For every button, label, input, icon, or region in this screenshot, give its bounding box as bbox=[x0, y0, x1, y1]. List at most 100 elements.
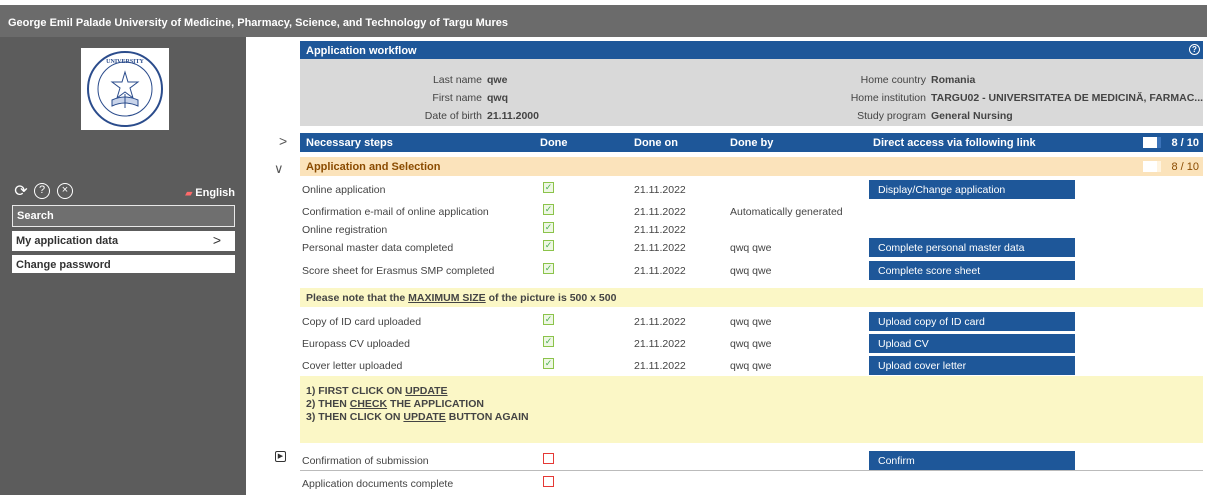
study-program-value: General Nursing bbox=[931, 110, 1013, 122]
table-row: Score sheet for Erasmus SMP completed ✓ 21… bbox=[300, 261, 1203, 281]
sidebar-toolbar: ⟳ ? × ▰ English bbox=[12, 183, 237, 203]
play-icon[interactable]: ▶ bbox=[275, 451, 286, 462]
step-label: Europass CV uploaded bbox=[302, 338, 410, 350]
uk-flag-icon: ▰ bbox=[185, 188, 193, 198]
main-content: Application workflow ? Last name qwe Fir… bbox=[246, 37, 1207, 495]
done-checkbox: ✓ bbox=[543, 263, 554, 274]
update-instructions-note: 1) FIRST CLICK ON UPDATE 2) THEN CHECK T… bbox=[300, 376, 1203, 443]
step-label: Confirmation of submission bbox=[302, 455, 429, 467]
step-action-button[interactable]: Upload cover letter bbox=[869, 356, 1075, 375]
university-seal-icon: UNIVERSITY bbox=[87, 51, 163, 127]
expand-chevron-icon[interactable]: > bbox=[279, 133, 287, 149]
home-institution-label: Home institution bbox=[850, 92, 926, 104]
sidebar-item-search[interactable]: Search bbox=[12, 205, 235, 227]
table-row: Copy of ID card uploaded ✓ 21.11.2022 qwq q… bbox=[300, 312, 1203, 332]
dob-label: Date of birth bbox=[424, 110, 482, 122]
language-selector[interactable]: ▰ English bbox=[185, 187, 235, 199]
done-by: Automatically generated bbox=[730, 206, 843, 218]
step-action-button[interactable]: Upload CV bbox=[869, 334, 1075, 353]
help-icon[interactable]: ? bbox=[1189, 44, 1200, 55]
table-row: Application documents complete bbox=[300, 474, 1203, 494]
section-title: Application and Selection bbox=[306, 161, 441, 173]
done-on: 21.11.2022 bbox=[634, 316, 686, 328]
close-icon[interactable]: × bbox=[57, 183, 73, 199]
step-label: Copy of ID card uploaded bbox=[302, 316, 422, 328]
done-on: 21.11.2022 bbox=[634, 184, 686, 196]
sidebar-item-my-application-data[interactable]: My application data > bbox=[12, 231, 235, 251]
workflow-header: Application workflow ? bbox=[300, 41, 1203, 59]
step-label: Confirmation e-mail of online applicatio… bbox=[302, 206, 489, 218]
column-steps: Necessary steps bbox=[306, 137, 393, 149]
step-label: Personal master data completed bbox=[302, 242, 454, 254]
done-checkbox: ✓ bbox=[543, 222, 554, 233]
table-row: Europass CV uploaded ✓ 21.11.2022 qwq qwe Up… bbox=[300, 334, 1203, 354]
first-name-value: qwq bbox=[487, 92, 508, 104]
person-info-panel: Last name qwe First name qwq Date of bir… bbox=[300, 59, 1203, 126]
workflow-title: Application workflow bbox=[306, 45, 417, 57]
first-name-label: First name bbox=[432, 92, 482, 104]
step-label: Score sheet for Erasmus SMP completed bbox=[302, 265, 495, 277]
step-action-button[interactable]: Complete score sheet bbox=[869, 261, 1075, 280]
step-action-button[interactable]: Display/Change application bbox=[869, 180, 1075, 199]
done-checkbox: ✓ bbox=[543, 314, 554, 325]
column-done-by: Done by bbox=[730, 137, 774, 149]
done-on: 21.11.2022 bbox=[634, 360, 686, 372]
home-institution-value: TARGU02 - UNIVERSITATEA DE MEDICINĂ, FAR… bbox=[931, 92, 1204, 104]
done-on: 21.11.2022 bbox=[634, 224, 686, 236]
table-row: Online registration ✓ 21.11.2022 bbox=[300, 220, 1203, 240]
done-checkbox: ✓ bbox=[543, 204, 554, 215]
sidebar-item-label: My application data bbox=[16, 235, 119, 247]
overall-progress-bar bbox=[1071, 137, 1161, 148]
done-by: qwq qwe bbox=[730, 242, 772, 254]
done-checkbox: ✓ bbox=[543, 336, 554, 347]
dob-value: 21.11.2000 bbox=[487, 110, 539, 122]
done-on: 21.11.2022 bbox=[634, 265, 686, 277]
done-on: 21.11.2022 bbox=[634, 242, 686, 254]
table-row: Cover letter uploaded ✓ 21.11.2022 qwq qwe U… bbox=[300, 356, 1203, 376]
study-program-label: Study program bbox=[857, 110, 926, 122]
collapse-chevron-icon[interactable]: ∨ bbox=[274, 161, 284, 177]
last-name-value: qwe bbox=[487, 74, 508, 86]
chevron-right-icon: > bbox=[212, 232, 221, 248]
column-done: Done bbox=[540, 137, 568, 149]
column-done-on: Done on bbox=[634, 137, 678, 149]
step-label: Online registration bbox=[302, 224, 388, 236]
overall-progress-count: 8 / 10 bbox=[1171, 137, 1199, 149]
section-header[interactable]: Application and Selection 8 / 10 bbox=[300, 157, 1203, 176]
done-checkbox: ✓ bbox=[543, 240, 554, 251]
step-label: Online application bbox=[302, 184, 386, 196]
table-row: Confirmation of submission Confirm bbox=[300, 451, 1203, 471]
done-by: qwq qwe bbox=[730, 360, 772, 372]
done-by: qwq qwe bbox=[730, 316, 772, 328]
refresh-icon[interactable]: ⟳ bbox=[12, 183, 30, 201]
step-action-button[interactable]: Confirm bbox=[869, 451, 1075, 470]
language-label: English bbox=[195, 187, 235, 199]
column-link: Direct access via following link bbox=[873, 137, 1036, 149]
done-by: qwq qwe bbox=[730, 265, 772, 277]
sidebar-item-change-password[interactable]: Change password bbox=[12, 255, 235, 273]
last-name-label: Last name bbox=[432, 74, 482, 86]
table-row: Personal master data completed ✓ 21.11.202… bbox=[300, 238, 1203, 258]
done-on: 21.11.2022 bbox=[634, 206, 686, 218]
section-progress-bar bbox=[1071, 161, 1161, 172]
done-checkbox bbox=[543, 476, 554, 487]
home-country-label: Home country bbox=[860, 74, 926, 86]
step-action-button[interactable]: Complete personal master data bbox=[869, 238, 1075, 257]
table-row: Online application ✓ 21.11.2022 Display/Cha… bbox=[300, 180, 1203, 200]
row-divider bbox=[300, 470, 1203, 471]
done-on: 21.11.2022 bbox=[634, 338, 686, 350]
steps-table-header: Necessary steps Done Done on Done by Dir… bbox=[300, 133, 1203, 152]
home-country-value: Romania bbox=[931, 74, 976, 86]
picture-size-note: Please note that the MAXIMUM SIZE of the… bbox=[300, 288, 1203, 307]
help-icon[interactable]: ? bbox=[34, 183, 50, 199]
sidebar: UNIVERSITY ⟳ ? × ▰ English Search My appl… bbox=[0, 37, 246, 495]
svg-text:UNIVERSITY: UNIVERSITY bbox=[106, 59, 144, 65]
step-action-button[interactable]: Upload copy of ID card bbox=[869, 312, 1075, 331]
step-label: Cover letter uploaded bbox=[302, 360, 403, 372]
done-checkbox: ✓ bbox=[543, 358, 554, 369]
step-label: Application documents complete bbox=[302, 478, 454, 490]
table-row: Confirmation e-mail of online applicatio… bbox=[300, 202, 1203, 222]
done-checkbox bbox=[543, 453, 554, 464]
university-logo: UNIVERSITY bbox=[81, 48, 169, 130]
section-progress-count: 8 / 10 bbox=[1171, 161, 1199, 173]
